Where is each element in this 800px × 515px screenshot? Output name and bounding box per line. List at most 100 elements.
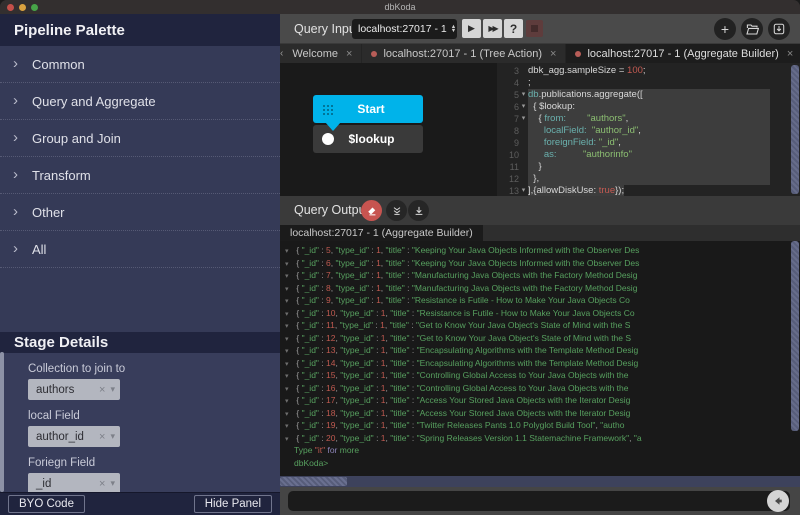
chevron-down-icon[interactable]: ▾	[110, 478, 115, 489]
expand-arrow-icon[interactable]: ▾	[285, 346, 294, 358]
chevron-down-icon[interactable]: ▾	[110, 384, 115, 395]
collapse-all-button[interactable]	[386, 200, 407, 221]
console-token: :	[369, 283, 376, 293]
console-line: ▾ { "_id" : 18, "type_id" : 1, "title" :…	[285, 408, 793, 421]
clear-icon[interactable]: ×	[99, 384, 105, 396]
console-line: ▾ { "_id" : 19, "type_id" : 1, "title" :…	[285, 420, 793, 433]
tab-localhost-27017-1-aggregate-builder[interactable]: localhost:27017 - 1 (Aggregate Builder)×	[566, 44, 800, 63]
open-file-button[interactable]	[741, 18, 763, 40]
console-token: :	[410, 408, 417, 418]
fold-arrow-icon[interactable]: ▾	[519, 185, 528, 196]
palette-item-common[interactable]: ›Common	[0, 46, 280, 83]
console-token: {	[294, 395, 302, 405]
code-token	[528, 125, 544, 136]
expand-arrow-icon[interactable]: ▾	[285, 384, 294, 396]
pipeline-canvas[interactable]: Start $lookup	[280, 63, 497, 196]
console-token: :	[319, 408, 326, 418]
palette-item-transform[interactable]: ›Transform	[0, 157, 280, 194]
tab-welcome[interactable]: Welcome×	[283, 44, 362, 63]
expand-arrow-icon[interactable]: ▾	[285, 271, 294, 283]
close-icon[interactable]: ×	[346, 48, 352, 60]
console-token: :	[405, 270, 412, 280]
palette-item-all[interactable]: ›All	[0, 231, 280, 268]
palette-item-label: Common	[32, 57, 85, 72]
code-token: "authors"	[587, 113, 625, 124]
expand-arrow-icon[interactable]: ▾	[285, 246, 294, 258]
chevron-down-icon[interactable]: ▾	[110, 431, 115, 442]
console-token: :	[374, 420, 381, 430]
fold-arrow-icon[interactable]: ▾	[519, 101, 528, 113]
expand-arrow-icon[interactable]: ▾	[285, 296, 294, 308]
console-token: "Controlling Global Access to Your Java …	[417, 383, 629, 393]
expand-arrow-icon[interactable]: ▾	[285, 396, 294, 408]
connection-select[interactable]: localhost:27017 - 1 ▲▼	[352, 19, 457, 39]
expand-arrow-icon[interactable]: ▾	[285, 334, 294, 346]
palette-item-query-and-aggregate[interactable]: ›Query and Aggregate	[0, 83, 280, 120]
console-token: "title"	[386, 245, 405, 255]
tab-localhost-27017-1-tree-action[interactable]: localhost:27017 - 1 (Tree Action) ×	[362, 44, 566, 63]
new-editor-button[interactable]: +	[714, 18, 736, 40]
console-token: :	[369, 270, 376, 280]
console-token: "_id"	[302, 383, 319, 393]
fold-gutter	[519, 173, 528, 185]
save-file-button[interactable]	[768, 18, 790, 40]
expand-arrow-icon[interactable]: ▾	[285, 434, 294, 446]
palette-item-label: Group and Join	[32, 131, 121, 146]
stop-button[interactable]	[526, 20, 543, 37]
expand-arrow-icon[interactable]: ▾	[285, 321, 294, 333]
palette-item-other[interactable]: ›Other	[0, 194, 280, 231]
console-token: "title"	[386, 283, 405, 293]
field-select-foriegn-field[interactable]: _id×▾	[28, 473, 120, 492]
console-token: "Encapsulating Algorithms with the Templ…	[417, 358, 639, 368]
expand-arrow-icon[interactable]: ▾	[285, 284, 294, 296]
field-select-collection-to-join-to[interactable]: authors×▾	[28, 379, 120, 400]
expand-arrow-icon[interactable]: ▾	[285, 259, 294, 271]
console-token: :	[319, 295, 326, 305]
palette-item-group-and-join[interactable]: ›Group and Join	[0, 120, 280, 157]
code-token: }	[528, 161, 542, 172]
console-token: :	[409, 320, 416, 330]
line-number: 10	[497, 149, 519, 161]
console-token: "type_id"	[336, 270, 369, 280]
fold-arrow-icon[interactable]: ▾	[519, 113, 528, 125]
start-block[interactable]: Start	[313, 95, 423, 123]
console-token: :	[410, 420, 417, 430]
expand-arrow-icon[interactable]: ▾	[285, 371, 294, 383]
console-line: ▾ { "_id" : 10, "type_id" : 1, "title" :…	[285, 308, 793, 321]
fold-gutter	[519, 137, 528, 149]
save-output-button[interactable]	[408, 200, 429, 221]
code-text: ],{allowDiskUse: true});	[528, 185, 624, 196]
tab-label: localhost:27017 - 1 (Tree Action)	[383, 48, 542, 60]
output-tab[interactable]: localhost:27017 - 1 (Aggregate Builder)	[280, 225, 483, 241]
clear-icon[interactable]: ×	[99, 478, 105, 490]
send-command-button[interactable]	[767, 490, 789, 512]
stage-field: local Fieldauthor_id×▾	[0, 410, 280, 447]
clear-output-button[interactable]	[361, 200, 382, 221]
expand-arrow-icon[interactable]: ▾	[285, 309, 294, 321]
fold-arrow-icon[interactable]: ▾	[519, 89, 528, 101]
expand-arrow-icon[interactable]: ▾	[285, 409, 294, 421]
expand-arrow-icon[interactable]: ▾	[285, 359, 294, 371]
console-token: "type_id"	[340, 420, 373, 430]
hide-panel-button[interactable]: Hide Panel	[194, 495, 272, 513]
code-line: 13▾],{allowDiskUse: true});	[497, 185, 791, 196]
byo-code-button[interactable]: BYO Code	[8, 495, 85, 513]
close-icon[interactable]: ×	[550, 48, 556, 60]
clear-icon[interactable]: ×	[99, 431, 105, 443]
expand-arrow-icon[interactable]: ▾	[285, 421, 294, 433]
code-editor[interactable]: 3dbk_agg.sampleSize = 100;4;5▾db.publica…	[497, 63, 791, 196]
execute-button[interactable]: ▶	[462, 19, 481, 38]
explain-button[interactable]: ?	[504, 19, 523, 38]
execute-all-button[interactable]: ▶▶	[483, 19, 502, 38]
console-token: {	[294, 270, 302, 280]
console-token: "title"	[390, 420, 409, 430]
console-token: :	[319, 258, 326, 268]
command-input[interactable]	[288, 491, 790, 511]
console-scrollbar[interactable]	[791, 241, 799, 431]
editor-scrollbar[interactable]	[791, 65, 799, 194]
stage-scrollbar[interactable]	[0, 352, 4, 492]
close-icon[interactable]: ×	[787, 48, 793, 60]
horizontal-scrollbar-thumb[interactable]	[280, 477, 347, 486]
output-console[interactable]: ▾ { "_id" : 5, "type_id" : 1, "title" : …	[280, 241, 800, 476]
field-select-local-field[interactable]: author_id×▾	[28, 426, 120, 447]
